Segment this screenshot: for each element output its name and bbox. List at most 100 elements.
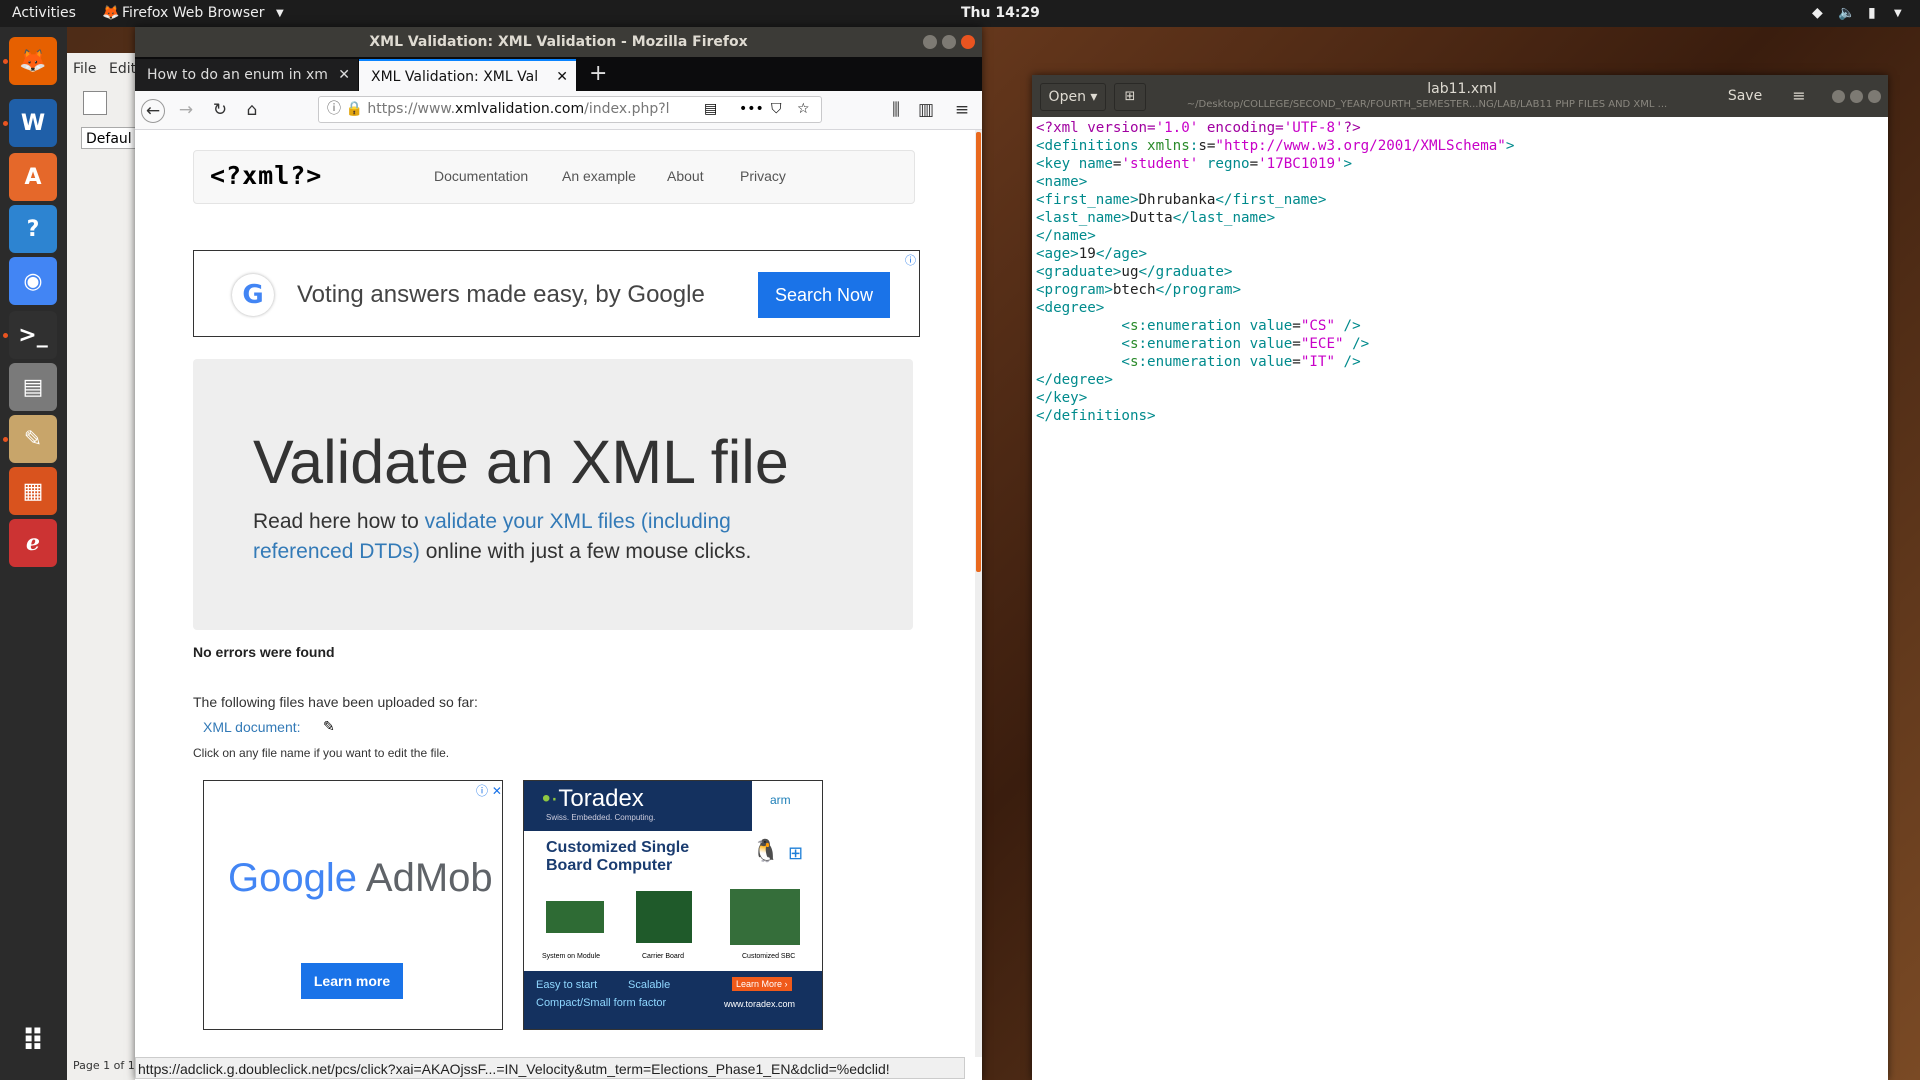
- forward-arrow-icon[interactable]: →: [175, 99, 197, 121]
- search-now-button[interactable]: Search Now: [758, 272, 890, 318]
- google-ad-banner[interactable]: G Voting answers made easy, by Google Se…: [193, 250, 920, 337]
- toradex-logo: •·Toradex: [542, 785, 644, 812]
- learn-more-button[interactable]: Learn more: [301, 963, 403, 999]
- label-carrier: Carrier Board: [642, 953, 685, 960]
- scrollbar-thumb[interactable]: [976, 132, 981, 572]
- toradex-learn-more[interactable]: Learn More ›: [732, 977, 792, 991]
- firefox-small-icon: 🦊: [102, 5, 120, 21]
- dock-terminal-icon[interactable]: >_: [9, 311, 57, 359]
- save-button[interactable]: Save: [1718, 83, 1772, 109]
- dock-files-icon[interactable]: ▤: [9, 363, 57, 411]
- chevron-down-icon: ▼: [276, 8, 284, 19]
- dock-chrome-icon[interactable]: ◉: [9, 257, 57, 305]
- nav-about[interactable]: About: [667, 168, 704, 184]
- close-tab-icon[interactable]: ✕: [556, 61, 568, 93]
- page-content: <?xml?> Documentation An example About P…: [135, 130, 982, 1057]
- system-menu-chevron-icon[interactable]: ▼: [1894, 8, 1902, 19]
- navigation-toolbar: ← → ↻ ⌂ ⓘ 🔒 https://www.xmlvalidation.co…: [135, 91, 982, 130]
- maximize-button[interactable]: [1850, 90, 1863, 103]
- running-indicator: [3, 333, 8, 338]
- reload-icon[interactable]: ↻: [209, 99, 231, 121]
- firefox-window: XML Validation: XML Validation - Mozilla…: [135, 27, 982, 1080]
- label-sbc: Customized SBC: [742, 953, 796, 960]
- close-button[interactable]: [1868, 90, 1881, 103]
- volume-icon[interactable]: 🔈: [1838, 5, 1855, 21]
- new-tab-doc-icon[interactable]: ⊞: [1114, 83, 1146, 111]
- tab-enum[interactable]: How to do an enum in xm ✕: [135, 59, 358, 91]
- url-bar[interactable]: ⓘ 🔒 https://www.xmlvalidation.com/index.…: [318, 96, 822, 123]
- close-tab-icon[interactable]: ✕: [338, 59, 350, 91]
- hamburger-menu-icon[interactable]: ≡: [1784, 83, 1814, 109]
- hero-panel: Validate an XML file Read here how to va…: [193, 359, 913, 630]
- minimize-button[interactable]: [1832, 90, 1845, 103]
- bullet-easy: Easy to start: [536, 979, 598, 991]
- dock-text-editor-icon[interactable]: ✎: [9, 415, 57, 463]
- battery-icon[interactable]: ▮: [1868, 5, 1876, 21]
- dock-evince-icon[interactable]: ℯ: [9, 519, 57, 567]
- sidebar-icon[interactable]: ▥: [915, 99, 937, 121]
- info-icon[interactable]: ⓘ: [327, 101, 341, 117]
- scrollbar[interactable]: [975, 130, 982, 1057]
- maximize-button[interactable]: [942, 35, 956, 49]
- paragraph-style-box[interactable]: Defaul: [81, 127, 141, 149]
- dock-help-icon[interactable]: ?: [9, 205, 57, 253]
- document-title: lab11.xml: [1427, 81, 1497, 97]
- url-path: /index.php?l: [584, 101, 670, 117]
- document-path: ~/Desktop/COLLEGE/SECOND_YEAR/FOURTH_SEM…: [1186, 99, 1668, 110]
- pocket-icon[interactable]: ⛉: [771, 97, 782, 122]
- tab-label: XML Validation: XML Val: [371, 69, 539, 85]
- dock-firefox-icon[interactable]: 🦊: [9, 37, 57, 85]
- admob-word: AdMob: [365, 856, 493, 900]
- new-document-icon[interactable]: [83, 91, 107, 115]
- ad-headline[interactable]: Voting answers made easy, by Google: [297, 281, 705, 309]
- validation-result: No errors were found: [193, 644, 335, 660]
- windows-icon: ⊞: [788, 843, 804, 864]
- admob-ad[interactable]: ⓘ ✕ Google AdMob Learn more: [203, 780, 503, 1030]
- edit-hint: Click on any file name if you want to ed…: [193, 746, 450, 760]
- new-tab-icon[interactable]: +: [589, 61, 607, 86]
- toradex-ad[interactable]: •·Toradex Swiss. Embedded. Computing. ar…: [523, 780, 823, 1030]
- minimize-button[interactable]: [923, 35, 937, 49]
- show-applications-icon[interactable]: ⠿: [9, 1017, 57, 1065]
- arm-logo: arm: [770, 793, 791, 807]
- app-menu[interactable]: Firefox Web Browser: [122, 5, 265, 21]
- nav-documentation[interactable]: Documentation: [434, 168, 528, 184]
- network-icon[interactable]: ◆: [1812, 5, 1823, 21]
- top-bar: Activities 🦊 Firefox Web Browser ▼ Thu 1…: [0, 0, 1920, 27]
- libreoffice-window[interactable]: File Edit Defaul Page 1 of 1: [67, 53, 141, 1080]
- menu-edit[interactable]: Edit: [109, 61, 136, 77]
- site-logo[interactable]: <?xml?>: [210, 161, 322, 190]
- clock[interactable]: Thu 14:29: [961, 5, 1040, 21]
- ad-choices-icon[interactable]: ⓘ ✕: [476, 782, 502, 799]
- home-icon[interactable]: ⌂: [241, 99, 263, 121]
- google-g-icon: G: [232, 274, 274, 316]
- close-button[interactable]: [961, 35, 975, 49]
- tab-xml-validation[interactable]: XML Validation: XML Val ✕: [359, 59, 576, 91]
- back-arrow-icon[interactable]: ←: [141, 99, 165, 123]
- dock-impress-icon[interactable]: ▦: [9, 467, 57, 515]
- ad-info-icon[interactable]: ⓘ: [905, 252, 916, 268]
- admob-google-word: Google: [228, 856, 357, 900]
- bullet-scalable: Scalable: [628, 979, 671, 991]
- site-header: <?xml?> Documentation An example About P…: [193, 150, 915, 204]
- code-editor[interactable]: <?xml version='1.0' encoding='UTF-8'?> <…: [1036, 119, 1514, 425]
- pencil-icon[interactable]: ✎: [323, 719, 335, 735]
- library-icon[interactable]: ⫼: [885, 99, 907, 121]
- reader-view-icon[interactable]: ▤: [704, 97, 717, 122]
- toradex-site: www.toradex.com: [724, 999, 796, 1009]
- url-domain: xmlvalidation.com: [455, 101, 585, 117]
- dock-writer-icon[interactable]: W: [9, 99, 57, 147]
- nav-privacy[interactable]: Privacy: [740, 168, 786, 184]
- dock-software-icon[interactable]: A: [9, 153, 57, 201]
- arm-logo-box: arm: [752, 781, 822, 831]
- toradex-brand: Toradex: [558, 785, 644, 812]
- nav-example[interactable]: An example: [562, 168, 636, 184]
- xml-document-link[interactable]: XML document:: [203, 719, 301, 735]
- toradex-footer: Easy to start Scalable Compact/Small for…: [524, 971, 822, 1029]
- bookmark-star-icon[interactable]: ☆: [797, 97, 810, 122]
- open-button[interactable]: Open ▾: [1040, 83, 1106, 111]
- hamburger-menu-icon[interactable]: ≡: [951, 99, 973, 121]
- activities-button[interactable]: Activities: [12, 5, 76, 21]
- page-actions-icon[interactable]: •••: [739, 97, 764, 122]
- menu-file[interactable]: File: [73, 61, 96, 77]
